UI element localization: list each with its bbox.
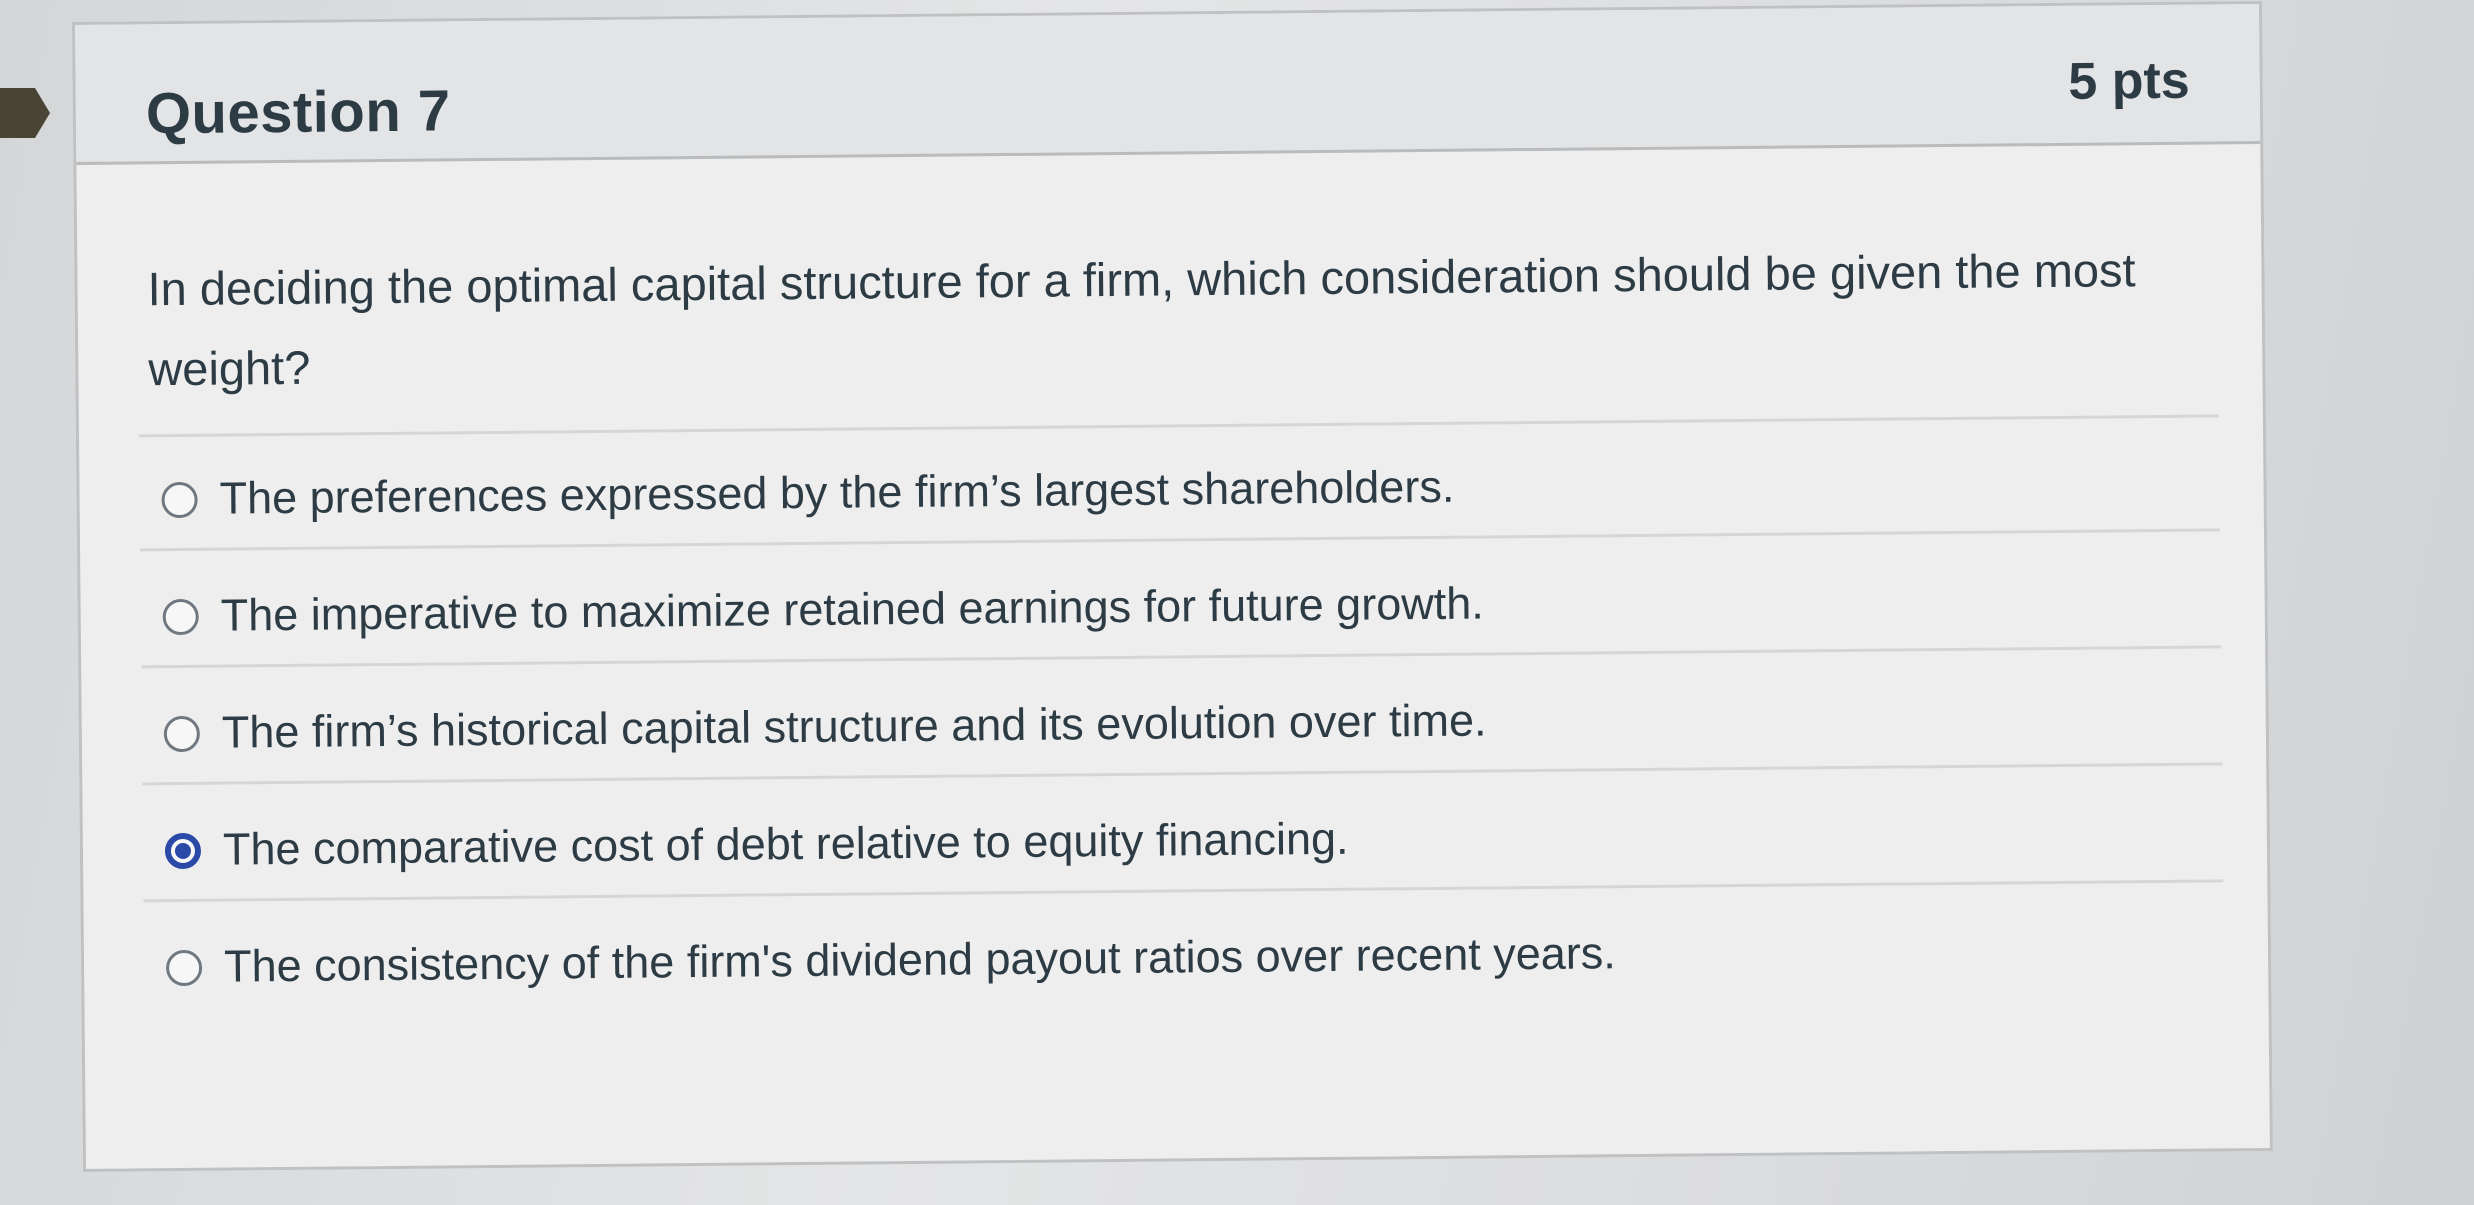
answer-option[interactable]: The preferences expressed by the firm’s …	[138, 414, 2220, 552]
question-points: 5 pts	[2068, 51, 2190, 111]
answer-label[interactable]: The imperative to maximize retained earn…	[220, 568, 1484, 650]
radio-button[interactable]	[163, 715, 201, 753]
radio-button[interactable]	[162, 598, 199, 636]
answer-label[interactable]: The firm’s historical capital structure …	[221, 685, 1487, 767]
answer-option[interactable]: The firm’s historical capital structure …	[141, 648, 2223, 786]
answer-option[interactable]: The comparative cost of debt relative to…	[142, 765, 2224, 903]
answer-label[interactable]: The consistency of the firm's dividend p…	[224, 918, 1616, 1001]
radio-button[interactable]	[165, 949, 203, 987]
radio-button[interactable]	[164, 832, 202, 870]
answer-list: The preferences expressed by the firm’s …	[138, 414, 2225, 1019]
radio-button[interactable]	[161, 481, 198, 519]
question-card: Question 7 5 pts In deciding the optimal…	[72, 0, 2273, 1172]
question-title: Question 7	[145, 78, 451, 147]
question-header: Question 7 5 pts	[75, 4, 2261, 165]
answer-label[interactable]: The comparative cost of debt relative to…	[223, 804, 1349, 885]
question-text: In deciding the optimal capital structur…	[147, 243, 2136, 396]
answer-option[interactable]: The consistency of the firm's dividend p…	[143, 882, 2224, 1019]
answer-option[interactable]: The imperative to maximize retained earn…	[140, 531, 2222, 669]
answer-label[interactable]: The preferences expressed by the firm’s …	[219, 452, 1454, 534]
